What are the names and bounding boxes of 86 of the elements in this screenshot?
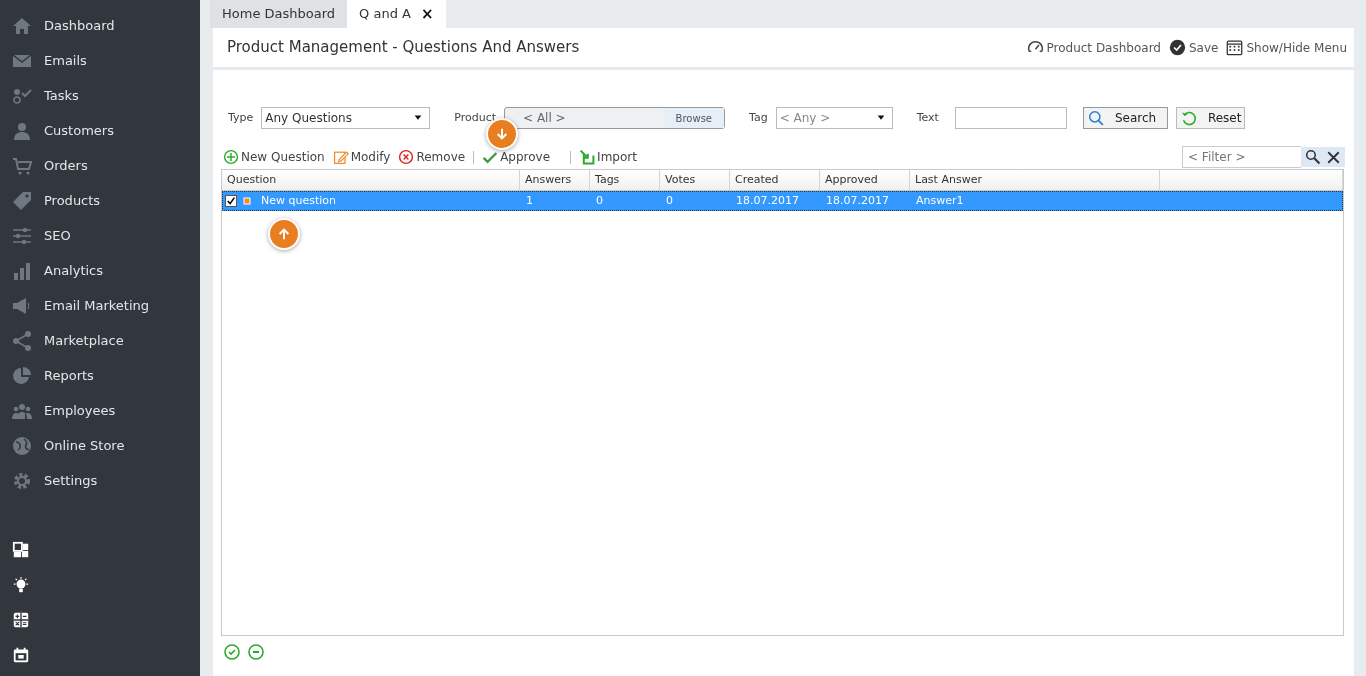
- sidebar-item[interactable]: Settings: [0, 463, 200, 498]
- close-icon: [1326, 149, 1341, 165]
- product-field[interactable]: < All > Browse: [504, 107, 726, 129]
- tab[interactable]: Home Dashboard: [210, 0, 348, 28]
- toolbar-link[interactable]: Product Dashboard: [1026, 38, 1161, 57]
- bar-chart-icon: [12, 260, 32, 281]
- x-circle-icon: [398, 149, 415, 165]
- filter-field[interactable]: < Filter >: [1182, 146, 1301, 168]
- sidebar-item[interactable]: Tasks: [0, 78, 200, 113]
- sidebar-item[interactable]: Marketplace: [0, 323, 200, 358]
- toolbar-button[interactable]: Remove: [398, 148, 466, 166]
- sidebar-item[interactable]: Dashboard: [0, 8, 200, 43]
- check-icon: [226, 196, 236, 206]
- sidebar-item[interactable]: Reports: [0, 358, 200, 393]
- field-label: Tag: [749, 109, 768, 126]
- column-header[interactable]: Answers: [520, 170, 590, 190]
- sidebar-item[interactable]: Customers: [0, 113, 200, 148]
- toolbar-button[interactable]: Import: [579, 148, 637, 166]
- table-cell-text: New question: [261, 192, 336, 209]
- column-header[interactable]: Created: [730, 170, 820, 190]
- tag-icon: [12, 190, 32, 211]
- calculator-icon[interactable]: [12, 610, 30, 629]
- browse-button[interactable]: Browse: [663, 108, 725, 128]
- reset-button[interactable]: Reset: [1175, 107, 1245, 129]
- sidebar-item[interactable]: SEO: [0, 218, 200, 253]
- sliders-icon: [12, 225, 32, 246]
- sidebar-item[interactable]: Products: [0, 183, 200, 218]
- square-icon: [243, 197, 251, 205]
- hint-marker[interactable]: [268, 218, 300, 250]
- toolbar-button[interactable]: Approve: [482, 148, 551, 166]
- cart-icon: [12, 155, 32, 176]
- toolbar-link[interactable]: Save: [1169, 38, 1219, 57]
- search-icon: [1305, 148, 1322, 166]
- toolbar-button[interactable]: New Question: [223, 148, 325, 166]
- page-title: Product Management - Questions And Answers: [227, 37, 580, 59]
- tag-dropdown[interactable]: < Any >: [775, 107, 893, 129]
- sidebar-item[interactable]: Orders: [0, 148, 200, 183]
- text-field[interactable]: [954, 107, 1067, 129]
- close-icon[interactable]: ×: [420, 2, 434, 26]
- sidebar-item[interactable]: Employees: [0, 393, 200, 428]
- house-icon: [12, 15, 32, 36]
- column-header[interactable]: Approved: [820, 170, 910, 190]
- sidebar-item[interactable]: Emails: [0, 43, 200, 78]
- megaphone-icon: [12, 295, 32, 316]
- column-header[interactable]: Tags: [590, 170, 660, 190]
- arrow-up-icon: [277, 227, 291, 241]
- table-cell-text: 0: [665, 192, 674, 209]
- arrow-down-icon: [495, 127, 509, 141]
- sidebar-item[interactable]: Online Store: [0, 428, 200, 463]
- table-cell-text: Answer1: [915, 192, 965, 209]
- calendar-grid-icon: [1226, 39, 1244, 56]
- table-cell-text: 1: [525, 192, 534, 209]
- globe-icon: [12, 435, 32, 456]
- squares-icon[interactable]: [12, 540, 30, 559]
- check-icon: [482, 149, 499, 165]
- gear-icon: [12, 470, 32, 491]
- minus-circle-icon[interactable]: [248, 644, 264, 660]
- pencil-icon: [332, 149, 349, 165]
- light-bulb-icon[interactable]: [12, 575, 30, 594]
- column-header[interactable]: Votes: [660, 170, 730, 190]
- field-label: Type: [228, 109, 254, 126]
- field-label: Text: [916, 109, 939, 126]
- column-header[interactable]: Last Answer: [910, 170, 1160, 190]
- toolbar-link[interactable]: Show/Hide Menu: [1226, 38, 1347, 57]
- pie-chart-icon: [12, 365, 32, 386]
- checkbox[interactable]: [225, 195, 237, 207]
- calendar-icon[interactable]: [12, 645, 30, 664]
- sidebar-item[interactable]: Analytics: [0, 253, 200, 288]
- check-circle-icon: [1169, 39, 1186, 56]
- search-icon: [1087, 109, 1105, 127]
- table-cell-text: 0: [595, 192, 604, 209]
- check-circle-icon[interactable]: [224, 644, 240, 660]
- field-label: Product: [454, 109, 497, 126]
- import-icon: [579, 149, 596, 165]
- sidebar-item[interactable]: Email Marketing: [0, 288, 200, 323]
- column-header[interactable]: Question: [222, 170, 520, 190]
- person-icon: [12, 120, 32, 141]
- undo-icon: [1180, 109, 1198, 127]
- table-cell-text: 18.07.2017: [825, 192, 890, 209]
- tab[interactable]: Q and A ×: [347, 0, 446, 28]
- type-dropdown[interactable]: Any Questions: [261, 107, 431, 129]
- plus-circle-icon: [223, 149, 239, 165]
- search-button[interactable]: Search: [1082, 107, 1168, 129]
- toolbar-button[interactable]: Modify: [332, 148, 391, 166]
- share-icon: [12, 330, 32, 351]
- table-cell-text: 18.07.2017: [735, 192, 800, 209]
